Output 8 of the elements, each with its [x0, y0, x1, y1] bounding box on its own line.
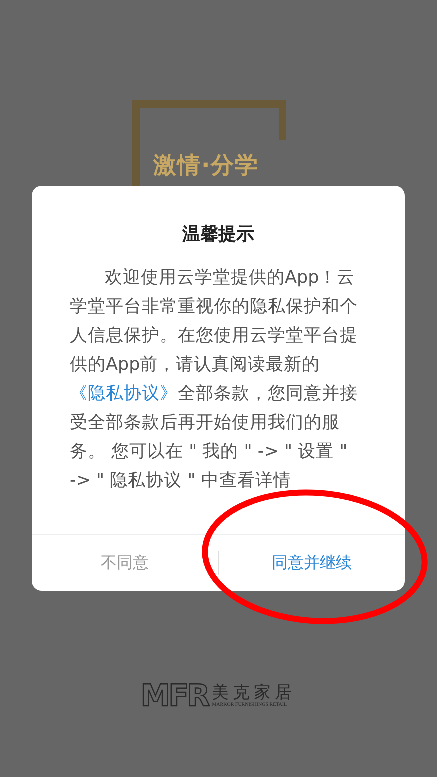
decline-button[interactable]: 不同意: [32, 535, 218, 591]
logo-mark: MFR: [140, 683, 208, 711]
privacy-link[interactable]: 《隐私协议》: [70, 384, 178, 404]
brand-name: 美克家居: [212, 683, 296, 703]
slogan-text: 激情·分学: [154, 153, 260, 179]
agree-button[interactable]: 同意并继续: [219, 535, 405, 591]
dialog-title: 温馨提示: [181, 223, 256, 246]
dialog-message: 欢迎使用云学堂提供的App！云学堂平台非常重视你的隐私保护和个人信息保护。在您使用云学堂平台提供的App前，请认真阅读最新的 《隐私协议》全部条款，您同意并接受全部条款后再开始使用我们的服务。 您可以在 " 我的 " -> " 设置 " -> " 隐私协议 " 中查看详情: [70, 267, 359, 493]
